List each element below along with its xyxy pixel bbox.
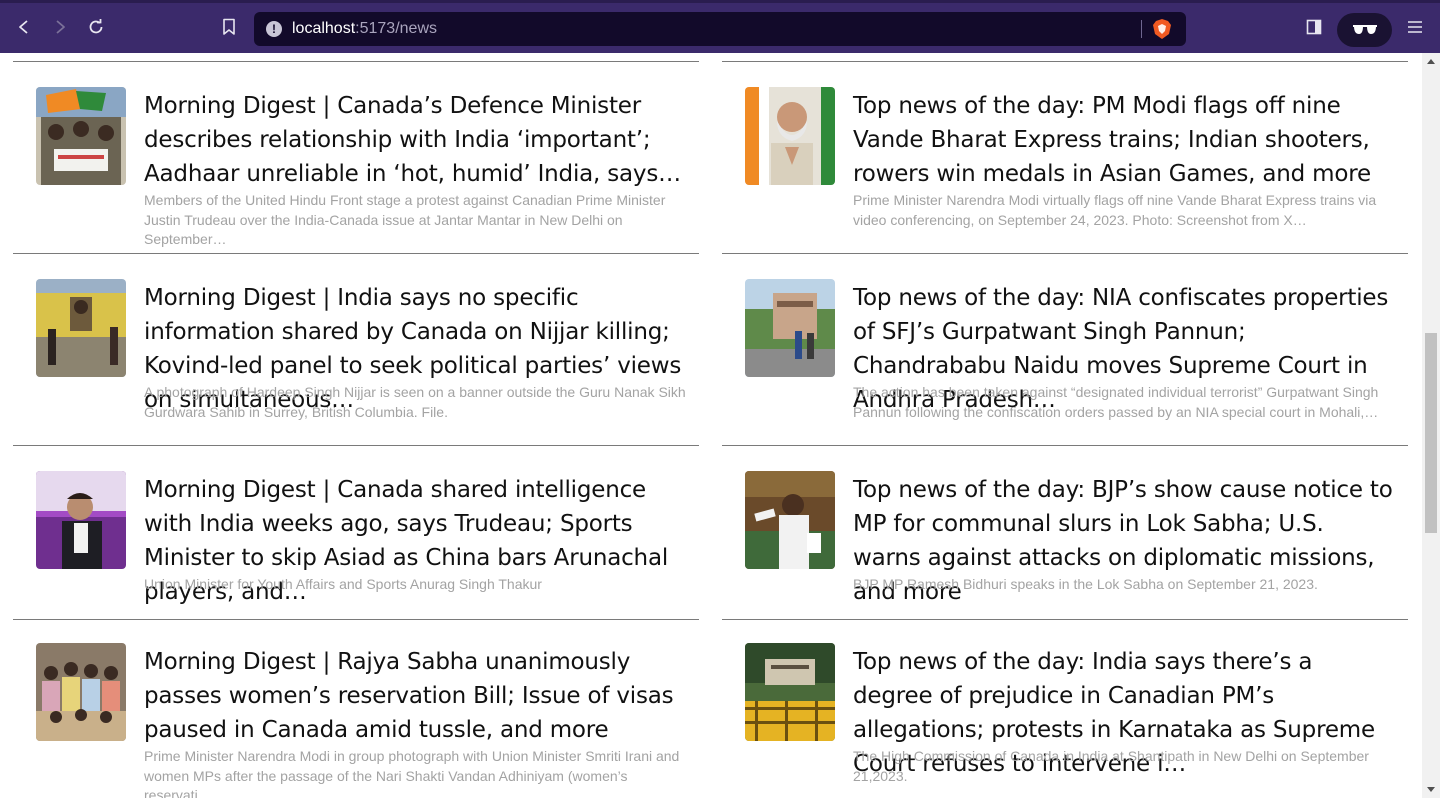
news-caption: Union Minister for Youth Affairs and Spo… bbox=[144, 576, 542, 592]
news-title[interactable]: Morning Digest | Canada’s Defence Minist… bbox=[144, 89, 689, 191]
brave-shields-icon[interactable] bbox=[1151, 18, 1173, 40]
divider bbox=[13, 253, 699, 254]
site-info-icon[interactable]: ! bbox=[266, 21, 282, 37]
news-caption: Prime Minister Narendra Modi in group ph… bbox=[144, 748, 680, 798]
bookmark-button[interactable] bbox=[215, 13, 243, 41]
back-button[interactable] bbox=[10, 13, 38, 41]
scroll-up-arrow-icon[interactable] bbox=[1427, 59, 1435, 64]
news-page: Morning Digest | Canada’s Defence Minist… bbox=[0, 53, 1422, 798]
bookmark-icon bbox=[223, 18, 235, 35]
news-thumbnail[interactable] bbox=[36, 87, 126, 185]
address-bar[interactable]: ! localhost:5173/news bbox=[254, 12, 1186, 46]
news-card[interactable]: Morning Digest | Canada’s Defence Minist… bbox=[13, 87, 699, 254]
news-caption: BJP MP Ramesh Bidhuri speaks in the Lok … bbox=[853, 576, 1318, 592]
back-arrow-icon bbox=[19, 20, 28, 34]
private-window-badge[interactable] bbox=[1337, 13, 1392, 47]
browser-toolbar: ! localhost:5173/news bbox=[0, 0, 1440, 53]
url-host: localhost bbox=[292, 20, 356, 37]
news-caption: Members of the United Hindu Front stage … bbox=[144, 192, 666, 247]
news-card[interactable]: Top news of the day: India says there’s … bbox=[722, 643, 1408, 798]
sidebar-icon bbox=[1306, 19, 1322, 35]
divider bbox=[722, 619, 1408, 620]
divider bbox=[722, 253, 1408, 254]
news-card[interactable]: Morning Digest | India says no specific … bbox=[13, 279, 699, 446]
news-thumbnail[interactable] bbox=[745, 279, 835, 377]
sunglasses-icon bbox=[1352, 25, 1377, 34]
vertical-scrollbar[interactable] bbox=[1422, 53, 1440, 798]
news-thumbnail[interactable] bbox=[745, 471, 835, 569]
reload-icon bbox=[89, 19, 103, 34]
divider bbox=[13, 61, 699, 62]
news-caption: Prime Minister Narendra Modi virtually f… bbox=[853, 192, 1377, 228]
divider bbox=[722, 61, 1408, 62]
scrollbar-thumb[interactable] bbox=[1425, 333, 1437, 533]
divider bbox=[722, 445, 1408, 446]
scroll-down-arrow-icon[interactable] bbox=[1427, 787, 1435, 792]
news-title[interactable]: Morning Digest | Rajya Sabha unanimously… bbox=[144, 645, 689, 747]
news-card[interactable]: Top news of the day: BJP’s show cause no… bbox=[722, 471, 1408, 620]
news-caption: A photograph of Hardeep Singh Nijjar is … bbox=[144, 384, 686, 420]
news-caption: The High Commission of Canada in India a… bbox=[853, 748, 1369, 784]
divider bbox=[13, 445, 699, 446]
news-thumbnail[interactable] bbox=[745, 87, 835, 185]
url-path: :5173/news bbox=[355, 20, 437, 37]
news-thumbnail[interactable] bbox=[745, 643, 835, 741]
news-thumbnail[interactable] bbox=[36, 279, 126, 377]
url-text[interactable]: localhost:5173/news bbox=[292, 20, 437, 38]
news-card[interactable]: Morning Digest | Canada shared intellige… bbox=[13, 471, 699, 620]
reload-button[interactable] bbox=[82, 13, 110, 41]
forward-arrow-icon bbox=[56, 20, 65, 34]
news-thumbnail[interactable] bbox=[36, 471, 126, 569]
url-separator bbox=[1141, 20, 1142, 38]
news-card[interactable]: Morning Digest | Rajya Sabha unanimously… bbox=[13, 643, 699, 798]
forward-button[interactable] bbox=[46, 13, 74, 41]
menu-button[interactable] bbox=[1401, 13, 1429, 41]
hamburger-menu-icon bbox=[1408, 21, 1422, 33]
news-caption: The action has been taken against “desig… bbox=[853, 384, 1379, 420]
sidebar-toggle-button[interactable] bbox=[1300, 13, 1328, 41]
news-card[interactable]: Top news of the day: PM Modi flags off n… bbox=[722, 87, 1408, 254]
divider bbox=[13, 619, 699, 620]
news-card[interactable]: Top news of the day: NIA confiscates pro… bbox=[722, 279, 1408, 446]
news-title[interactable]: Top news of the day: PM Modi flags off n… bbox=[853, 89, 1398, 191]
news-thumbnail[interactable] bbox=[36, 643, 126, 741]
